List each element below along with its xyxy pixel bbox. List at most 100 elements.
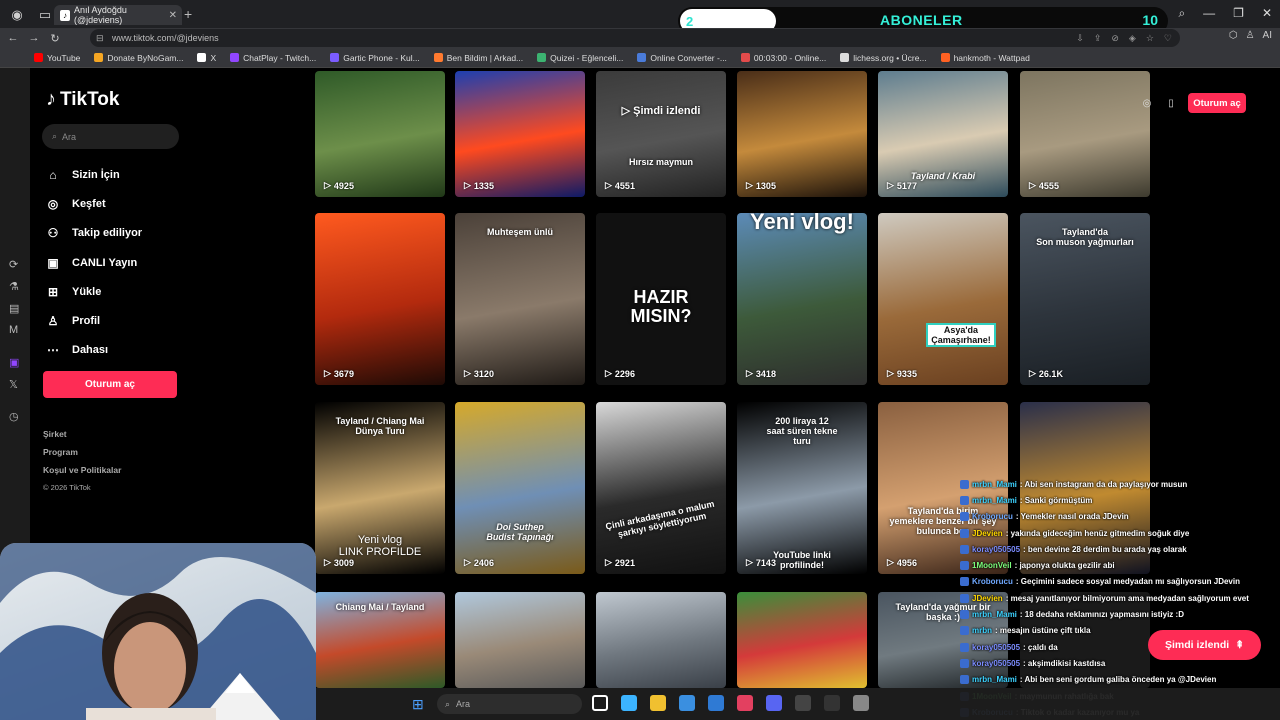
video-thumbnail[interactable]: ▷ 1305 xyxy=(737,71,867,197)
video-thumbnail[interactable]: Çinli arkadaşıma o malum şarkıyı söylett… xyxy=(596,402,726,574)
video-thumbnail[interactable] xyxy=(596,592,726,688)
bookmark-item[interactable]: Gartic Phone - Kul... xyxy=(330,53,420,63)
chat-username: Kroborucu xyxy=(972,577,1013,587)
heart-icon[interactable]: ♡ xyxy=(1164,33,1172,44)
video-thumbnail[interactable]: ▷ Şimdi izlendi Hırsız maymun ▷ 4551 xyxy=(596,71,726,197)
steam-icon[interactable] xyxy=(824,695,840,711)
video-thumbnail[interactable]: ▷ 1335 xyxy=(455,71,585,197)
video-thumbnail[interactable]: ▷ 4555 xyxy=(1020,71,1150,197)
install-icon[interactable]: ⇩ xyxy=(1076,33,1084,44)
app-icon[interactable] xyxy=(853,695,869,711)
video-thumbnail[interactable] xyxy=(455,592,585,688)
bookmark-item[interactable]: YouTube xyxy=(34,53,80,63)
tab-close-icon[interactable]: ✕ xyxy=(169,10,177,21)
history-icon[interactable]: ⟳ xyxy=(9,258,18,271)
bookmark-item[interactable]: X xyxy=(197,53,216,63)
search-input[interactable]: ⌕ Ara xyxy=(42,124,179,149)
nav-item-explore[interactable]: ◎ Keşfet xyxy=(46,189,286,218)
video-thumbnail[interactable]: Asya'da Çamaşırhane! ▷ 9335 xyxy=(878,213,1008,385)
video-thumbnail[interactable]: Tayland / Krabi ▷ 5177 xyxy=(878,71,1008,197)
wallet-icon[interactable]: ▤ xyxy=(9,302,19,315)
login-button[interactable]: Oturum aç xyxy=(43,371,177,398)
video-thumbnail[interactable]: 200 liraya 12 saat süren tekne turu YouTu… xyxy=(737,402,867,574)
nav-item-following[interactable]: ⚇ Takip ediliyor xyxy=(46,219,286,248)
nav-item-more[interactable]: ⋯ Dahası xyxy=(46,336,286,365)
bookmark-item[interactable]: ChatPlay - Twitch... xyxy=(230,53,316,63)
discord-icon[interactable] xyxy=(766,695,782,711)
footer-link-terms[interactable]: Koşul ve Politikalar xyxy=(43,461,121,479)
translate-icon[interactable]: ⊘ xyxy=(1111,33,1119,44)
footer-link-company[interactable]: Şirket xyxy=(43,425,121,443)
video-thumbnail[interactable]: Muhteşem ünlü ▷ 3120 xyxy=(455,213,585,385)
video-thumbnail[interactable]: Yeni vlog! ▷ 3418 xyxy=(737,213,867,385)
close-window-icon[interactable]: ✕ xyxy=(1262,6,1272,21)
video-subcaption: Hırsız maymun xyxy=(628,157,694,167)
view-count-text: 3009 xyxy=(333,557,354,568)
windows-start-icon[interactable]: ⊞ xyxy=(412,696,424,713)
mail-icon[interactable]: M xyxy=(9,324,18,336)
bookmark-item[interactable]: lichess.org • Ücre... xyxy=(840,53,927,63)
browser-tab[interactable]: ♪ Anıl Aydoğdu (@jdeviens) ✕ xyxy=(54,5,182,25)
reload-icon[interactable]: ↻ xyxy=(47,32,63,45)
obs-icon[interactable] xyxy=(795,695,811,711)
video-thumbnail[interactable]: Tayland'da Son muson yağmurları ▷ 26.1K xyxy=(1020,213,1150,385)
bookmark-star-icon[interactable]: ☆ xyxy=(1146,33,1154,44)
coin-icon[interactable]: ◎ xyxy=(1140,98,1154,109)
bookmark-item[interactable]: Ben Bildim | Arkad... xyxy=(433,53,523,63)
nav-item-for-you[interactable]: ⌂ Sizin İçin xyxy=(46,160,286,189)
device-icon[interactable]: ▯ xyxy=(1164,98,1178,109)
video-thumbnail[interactable]: Doi Suthep Budist Tapınağı ▷ 2406 xyxy=(455,402,585,574)
new-tab-button[interactable]: + xyxy=(184,6,192,22)
opera-icon[interactable] xyxy=(737,695,753,711)
browser-search-icon[interactable]: ⌕ xyxy=(1178,6,1185,21)
url-field[interactable]: ⊟ www.tiktok.com/@jdeviens ⇩ ⇪ ⊘ ◈ ☆ ♡ xyxy=(90,29,1180,47)
site-info-icon[interactable]: ⊟ xyxy=(96,33,104,44)
minimize-icon[interactable]: — xyxy=(1203,6,1215,21)
video-thumbnail[interactable]: Tayland / Chiang Mai Dünya Turu Yeni vlog… xyxy=(315,402,445,574)
bookmark-item[interactable]: Online Converter -... xyxy=(637,53,727,63)
back-icon[interactable]: ← xyxy=(5,32,21,44)
chat-badge-icon xyxy=(960,528,969,538)
video-caption: Asya'da Çamaşırhane! xyxy=(926,323,996,347)
footer-copyright: © 2026 TikTok xyxy=(43,483,91,492)
footer-link-program[interactable]: Program xyxy=(43,443,121,461)
profile-icon[interactable]: ♙ xyxy=(1246,30,1255,41)
video-thumbnail[interactable]: Chiang Mai / Tayland xyxy=(315,592,445,688)
nav-label: CANLI Yayın xyxy=(72,256,138,269)
tab-actions-icon[interactable]: ▭ xyxy=(34,4,56,26)
extensions-icon[interactable]: ⬡ xyxy=(1229,30,1238,41)
nav-item-live[interactable]: ▣ CANLI Yayın xyxy=(46,248,286,277)
nav-item-upload[interactable]: ⊞ Yükle xyxy=(46,277,286,306)
share-icon[interactable]: ⇪ xyxy=(1094,33,1102,44)
bookmark-item[interactable]: Quizei - Eğlenceli... xyxy=(537,53,623,63)
top-login-button[interactable]: Oturum aç xyxy=(1188,93,1246,113)
browser-logo-icon[interactable]: ◉ xyxy=(6,4,28,26)
ai-button[interactable]: AI xyxy=(1263,30,1272,41)
file-explorer-icon[interactable] xyxy=(650,695,666,711)
chat-text: : akşimdikisi kastdısa xyxy=(1023,658,1106,668)
maximize-icon[interactable]: ❐ xyxy=(1233,6,1244,21)
tiktok-logo[interactable]: ♪ TikTok xyxy=(46,88,119,111)
chat-message: mrbn_Mami: Abi ben seni gordum galiba ön… xyxy=(960,672,1280,688)
clock-icon[interactable]: ◷ xyxy=(9,410,19,423)
video-thumbnail[interactable]: ▷ 4925 xyxy=(315,71,445,197)
video-thumbnail[interactable] xyxy=(737,592,867,688)
watch-now-button[interactable]: Şimdi izlendi ⇞ xyxy=(1148,630,1261,660)
flask-icon[interactable]: ⚗ xyxy=(9,280,19,293)
bookmark-item[interactable]: hankmoth - Wattpad xyxy=(940,53,1030,63)
nav-item-profile[interactable]: ♙ Profil xyxy=(46,306,286,335)
copilot-icon[interactable] xyxy=(621,695,637,711)
store-icon[interactable] xyxy=(708,695,724,711)
x-icon[interactable]: 𝕏 xyxy=(9,378,18,391)
bookmark-item[interactable]: Donate ByNoGam... xyxy=(94,53,183,63)
taskbar-search[interactable]: ⌕ Ara xyxy=(437,694,582,714)
view-count-text: 2921 xyxy=(614,557,635,568)
bookmark-item[interactable]: 00:03:00 - Online... xyxy=(740,53,826,63)
video-thumbnail[interactable]: ▷ 3679 xyxy=(315,213,445,385)
taskview-icon[interactable] xyxy=(592,695,608,711)
forward-icon[interactable]: → xyxy=(26,32,42,44)
vpn-icon[interactable]: ◈ xyxy=(1129,33,1136,44)
twitch-icon[interactable]: ▣ xyxy=(9,356,19,369)
video-thumbnail[interactable]: HAZIR MISIN? ▷ 2296 xyxy=(596,213,726,385)
edge-icon[interactable] xyxy=(679,695,695,711)
